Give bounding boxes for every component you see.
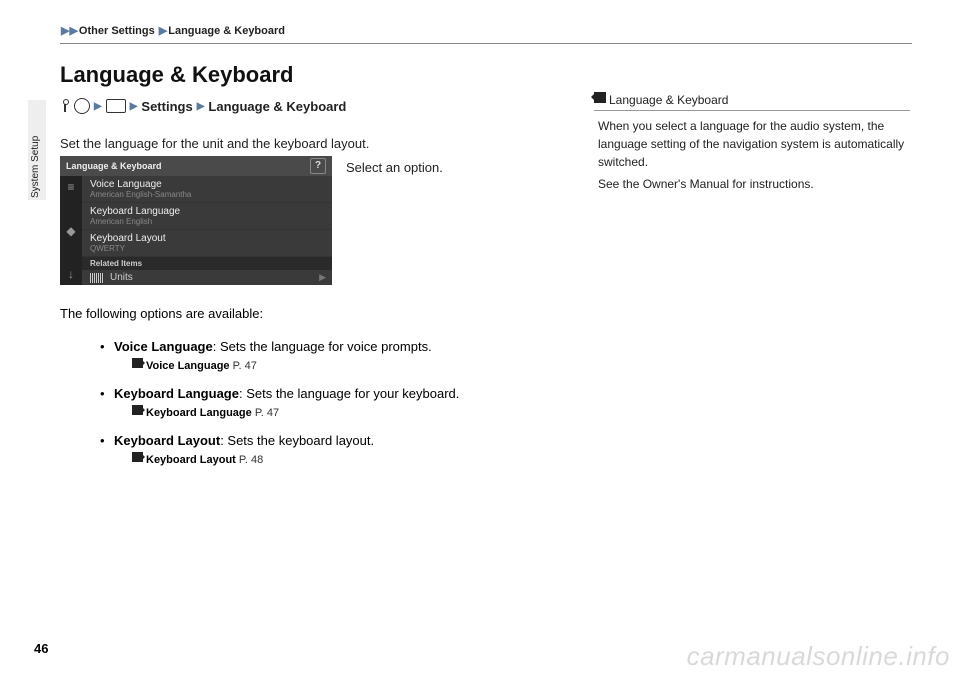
mockup-related-header: Related Items [82, 257, 332, 270]
breadcrumb-arrow-icon: ▶▶ [61, 25, 78, 37]
note-title: Language & Keyboard [609, 93, 728, 107]
options-list: Voice Language: Sets the language for vo… [60, 339, 570, 480]
ref-page: P. 48 [239, 454, 263, 466]
option-item: Keyboard Language: Sets the language for… [100, 386, 570, 419]
note-paragraph: See the Owner's Manual for instructions. [598, 175, 910, 193]
page-number: 46 [34, 641, 48, 656]
ref-title: Keyboard Layout [146, 454, 236, 466]
option-name: Keyboard Layout [114, 433, 220, 448]
mockup-header: Language & Keyboard ? [60, 156, 332, 176]
option-item: Voice Language: Sets the language for vo… [100, 339, 570, 372]
option-desc: : Sets the language for your keyboard. [239, 386, 459, 401]
ref-page: P. 47 [255, 407, 279, 419]
note-heading: Language & Keyboard [594, 92, 910, 111]
home-icon [74, 98, 90, 114]
divider [60, 43, 912, 44]
ref-title: Voice Language [146, 360, 230, 372]
note-icon [594, 92, 606, 103]
mockup-item-title: Voice Language [90, 179, 324, 190]
breadcrumb-item: Language & Keyboard [168, 25, 285, 37]
mockup-sidebar: ≡ ◆ ↓ [60, 176, 82, 285]
ref-title: Keyboard Language [146, 407, 252, 419]
option-name: Voice Language [114, 339, 213, 354]
option-ref: Keyboard Layout P. 48 [132, 452, 570, 466]
mockup-item-sub: American English-Samantha [90, 190, 324, 199]
hand-icon [60, 99, 70, 113]
diamond-icon: ◆ [66, 224, 75, 238]
mockup-item-sub: American English [90, 217, 324, 226]
breadcrumb: ▶▶Other Settings ▶Language & Keyboard [60, 24, 285, 37]
mockup-units-item: Units ▶ [82, 270, 332, 285]
step-caption: Select an option. [346, 160, 443, 175]
mockup-item-sub: QWERTY [90, 244, 324, 253]
mockup-item: Keyboard Language American English [82, 203, 332, 230]
mockup-units-label: Units [110, 272, 133, 283]
menu-icon [106, 99, 126, 113]
page-title: Language & Keyboard [60, 62, 293, 88]
ref-page: P. 47 [233, 360, 257, 372]
sidebar-note: Language & Keyboard When you select a la… [594, 92, 910, 197]
breadcrumb-item: Other Settings [79, 25, 155, 37]
options-intro: The following options are available: [60, 306, 263, 321]
mockup-item-title: Keyboard Layout [90, 233, 324, 244]
option-desc: : Sets the keyboard layout. [220, 433, 374, 448]
link-icon [132, 358, 143, 368]
mockup-list: Voice Language American English-Samantha… [82, 176, 332, 285]
mockup-title: Language & Keyboard [66, 161, 162, 171]
nav-settings: Settings [141, 99, 192, 114]
link-icon [132, 405, 143, 415]
note-paragraph: When you select a language for the audio… [598, 117, 910, 171]
right-arrow-icon: ▶ [319, 272, 326, 283]
down-arrow-icon: ↓ [68, 267, 74, 281]
link-icon [132, 452, 143, 462]
side-label: System Setup [30, 136, 41, 198]
intro-text: Set the language for the unit and the ke… [60, 136, 369, 151]
arrow-icon: ▶ [197, 101, 205, 112]
mockup-item-title: Keyboard Language [90, 206, 324, 217]
mockup-item: Keyboard Layout QWERTY [82, 230, 332, 257]
option-name: Keyboard Language [114, 386, 239, 401]
arrow-icon: ▶ [94, 101, 102, 112]
option-desc: : Sets the language for voice prompts. [213, 339, 432, 354]
nav-section: Language & Keyboard [208, 99, 346, 114]
mockup-item: Voice Language American English-Samantha [82, 176, 332, 203]
menu-lines-icon: ≡ [67, 180, 74, 194]
option-item: Keyboard Layout: Sets the keyboard layou… [100, 433, 570, 466]
option-ref: Keyboard Language P. 47 [132, 405, 570, 419]
breadcrumb-arrow-icon: ▶ [159, 25, 167, 37]
option-ref: Voice Language P. 47 [132, 358, 570, 372]
nav-path: ▶ ▶ Settings ▶ Language & Keyboard [60, 98, 346, 114]
help-icon: ? [310, 158, 326, 174]
ruler-icon [90, 273, 104, 283]
screenshot-mockup: Language & Keyboard ? ≡ ◆ ↓ Voice Langua… [60, 156, 332, 282]
watermark: carmanualsonline.info [687, 641, 950, 672]
arrow-icon: ▶ [130, 101, 138, 112]
